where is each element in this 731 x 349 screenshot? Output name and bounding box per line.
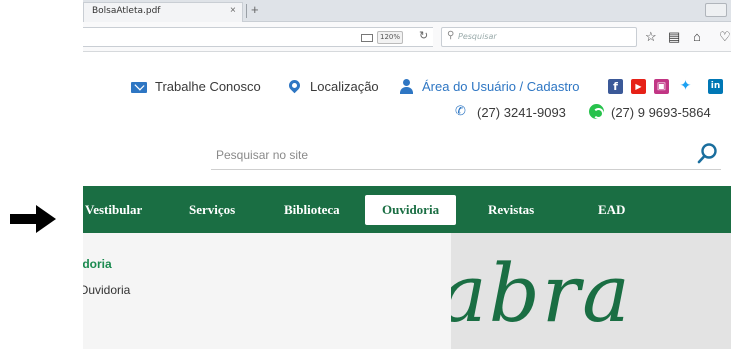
window-control-button[interactable]: [705, 3, 727, 17]
mail-icon: [131, 82, 147, 93]
nav-item-biblioteca[interactable]: Biblioteca: [284, 186, 340, 233]
arrow-right-icon: [10, 205, 56, 233]
library-icon[interactable]: ▤: [668, 30, 680, 44]
browser-toolbar: 120% ↻ ⚲ Pesquisar ☆ ▤ ⌂ ♡: [83, 22, 731, 52]
search-icon: ⚲: [447, 30, 455, 41]
tab-bar: BolsaAtleta.pdf × +: [83, 0, 731, 22]
twitter-icon[interactable]: ✦: [678, 79, 693, 94]
home-icon[interactable]: ⌂: [693, 30, 701, 44]
nav-item-ouvidoria[interactable]: Ouvidoria: [365, 195, 457, 225]
sidebar-panel: ıdoria Ouvidoria: [83, 233, 451, 349]
new-tab-icon[interactable]: +: [251, 2, 259, 17]
tab-close-icon[interactable]: ×: [230, 5, 236, 16]
browser-window: BolsaAtleta.pdf × + 120% ↻ ⚲ Pesquisar ☆…: [83, 0, 731, 349]
work-with-us-link[interactable]: Trabalhe Conosco: [155, 79, 261, 94]
facebook-icon[interactable]: f: [608, 79, 623, 94]
url-bar[interactable]: 120% ↻: [83, 27, 433, 47]
instagram-icon[interactable]: ▣: [654, 79, 669, 94]
banner-word: abra: [451, 247, 632, 340]
website: Trabalhe Conosco Localização Área do Usu…: [83, 52, 731, 349]
whatsapp-icon: [589, 104, 604, 119]
whatsapp-number[interactable]: (27) 9 9693-5864: [611, 105, 711, 120]
tab-title: BolsaAtleta.pdf: [92, 6, 161, 16]
browser-tab[interactable]: BolsaAtleta.pdf ×: [83, 2, 243, 22]
sidebar-item-ouvidoria[interactable]: Ouvidoria: [83, 283, 130, 297]
banner: abra: [451, 233, 731, 349]
reload-icon[interactable]: ↻: [419, 29, 428, 42]
youtube-icon[interactable]: ▶: [631, 79, 646, 94]
zoom-level[interactable]: 120%: [377, 31, 403, 44]
browser-search-input[interactable]: ⚲ Pesquisar: [441, 27, 637, 47]
nav-item-ead[interactable]: EAD: [598, 186, 625, 233]
location-pin-icon: [286, 77, 303, 94]
linkedin-icon[interactable]: in: [708, 79, 723, 94]
reader-view-icon[interactable]: [361, 34, 373, 42]
user-icon: [399, 79, 413, 94]
phone-number[interactable]: (27) 3241-9093: [477, 105, 566, 120]
section-title: ıdoria: [83, 257, 112, 271]
nav-item-revistas[interactable]: Revistas: [488, 186, 534, 233]
tab-separator: [246, 4, 247, 18]
site-search-placeholder: Pesquisar no site: [216, 148, 309, 162]
search-icon[interactable]: [697, 142, 719, 164]
main-nav: Vestibular Serviços Biblioteca Ouvidoria…: [83, 186, 731, 233]
site-search-input[interactable]: Pesquisar no site: [211, 140, 721, 170]
location-link[interactable]: Localização: [310, 79, 379, 94]
user-area-link[interactable]: Área do Usuário / Cadastro: [422, 79, 580, 94]
nav-item-servicos[interactable]: Serviços: [189, 186, 235, 233]
bookmark-star-icon[interactable]: ☆: [645, 30, 657, 44]
nav-item-vestibular[interactable]: Vestibular: [85, 186, 142, 233]
phone-icon: ✆: [455, 103, 466, 118]
browser-search-placeholder: Pesquisar: [458, 32, 497, 41]
pocket-icon[interactable]: ♡: [719, 30, 731, 44]
